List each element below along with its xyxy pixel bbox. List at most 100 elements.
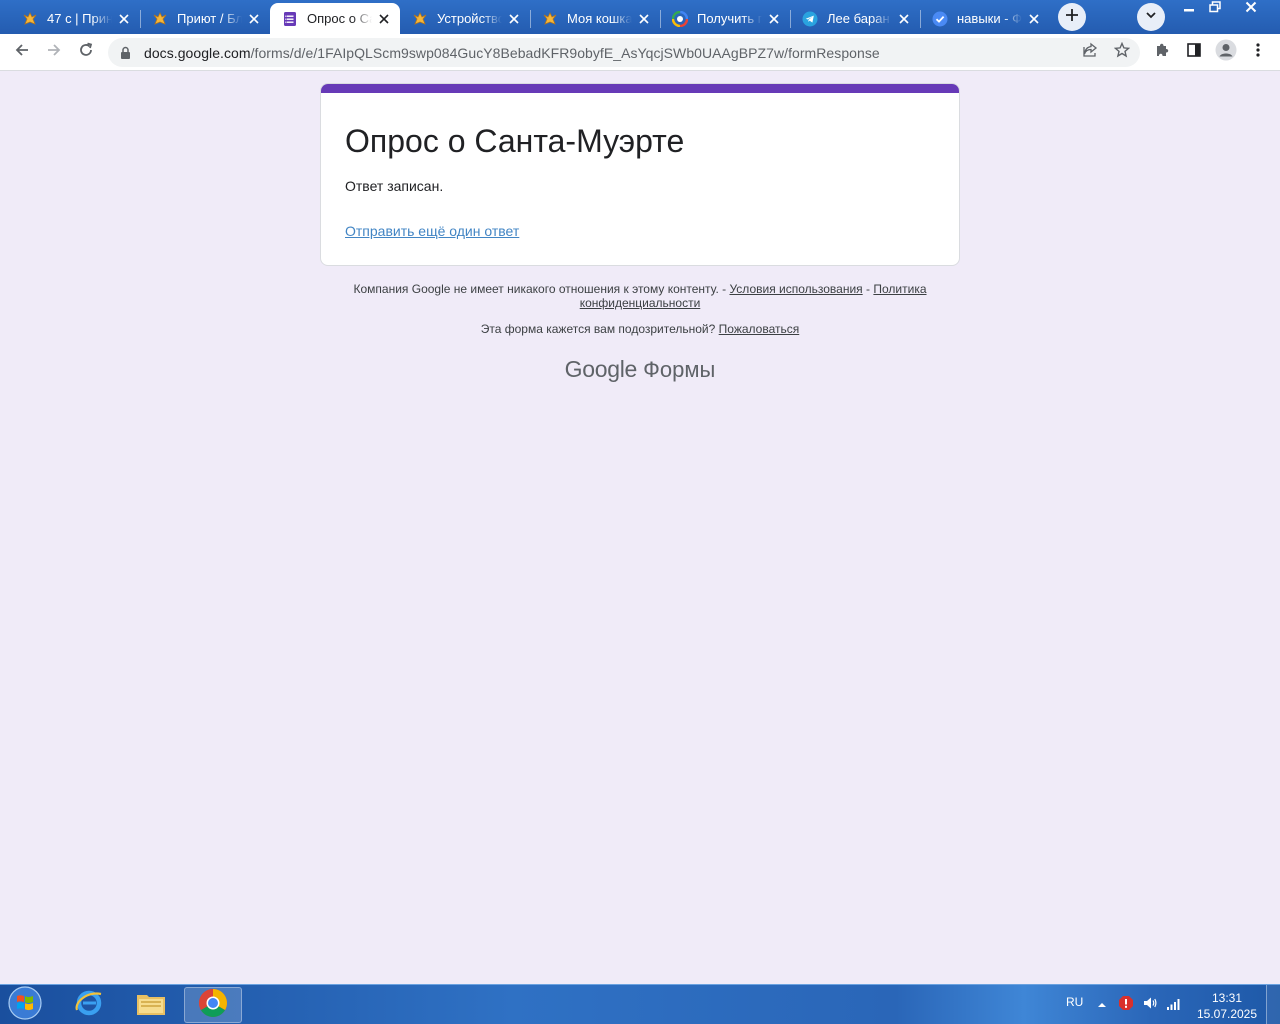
puzzle-icon — [1154, 42, 1170, 63]
minimize-button[interactable] — [1176, 0, 1202, 18]
tab-title: Моя кошка — [567, 11, 632, 26]
tab-5[interactable]: Моя кошка — [530, 3, 660, 34]
url-host: docs.google.com — [144, 44, 251, 61]
cat-icon — [542, 11, 558, 27]
security-alert-tray[interactable] — [1118, 995, 1134, 1016]
close-icon[interactable] — [506, 11, 522, 27]
reload-icon — [78, 42, 94, 63]
close-icon[interactable] — [636, 11, 652, 27]
submit-another-response-link[interactable]: Отправить ещё один ответ — [345, 223, 519, 239]
address-bar[interactable]: docs.google.com/forms/d/e/1FAIpQLScm9swp… — [108, 38, 1140, 67]
check-badge-icon — [932, 11, 948, 27]
system-clock[interactable]: 13:31 15.07.2025 — [1194, 990, 1260, 1022]
terms-link[interactable]: Условия использования — [729, 282, 862, 296]
tab-strip: 47 с | Принимайте кошек Приют / Блог Опр… — [0, 0, 1280, 34]
avatar-icon — [1215, 39, 1237, 66]
language-indicator[interactable]: RU — [1066, 995, 1083, 1009]
forward-button[interactable] — [40, 38, 68, 66]
tab-1[interactable]: 47 с | Принимайте кошек — [10, 3, 140, 34]
tab-4[interactable]: Устройство — [400, 3, 530, 34]
reload-button[interactable] — [72, 38, 100, 66]
form-title: Опрос о Санта-Муэрте — [345, 123, 685, 159]
tab-7[interactable]: Лее баран — [790, 3, 920, 34]
show-hidden-icons-button[interactable] — [1094, 997, 1110, 1013]
taskbar-chrome[interactable] — [184, 987, 242, 1023]
tab-6[interactable]: Получить п — [660, 3, 790, 34]
cat-icon — [412, 11, 428, 27]
tab-search-button[interactable] — [1137, 3, 1165, 31]
disclaimer: Компания Google не имеет никакого отноше… — [330, 282, 950, 310]
lock-icon[interactable] — [120, 46, 134, 60]
google-forms-logo[interactable]: Google Формы — [540, 356, 740, 383]
new-tab-button[interactable] — [1058, 3, 1086, 31]
show-desktop-button[interactable] — [1266, 985, 1280, 1024]
taskbar-file-explorer[interactable] — [122, 987, 180, 1023]
network-tray[interactable] — [1166, 997, 1182, 1013]
shield-alert-icon — [1118, 995, 1134, 1016]
forward-arrow-icon — [46, 42, 62, 63]
tab-title: Лее баран — [827, 11, 890, 26]
close-icon[interactable] — [376, 11, 392, 27]
response-card: Опрос о Санта-Муэрте Ответ записан. Отпр… — [320, 83, 960, 266]
kebab-menu-icon — [1256, 42, 1260, 63]
share-button[interactable] — [1076, 38, 1104, 66]
disclaimer-text: Компания Google не имеет никакого отноше… — [353, 282, 727, 296]
brand-google: Google — [564, 356, 638, 382]
clock-date: 15.07.2025 — [1196, 1007, 1258, 1021]
speaker-icon — [1142, 995, 1158, 1016]
tab-2[interactable]: Приют / Блог — [140, 3, 270, 34]
cat-icon — [22, 11, 38, 27]
clock-time: 13:31 — [1211, 991, 1243, 1005]
star-icon — [1113, 41, 1131, 63]
side-panel-icon — [1186, 42, 1202, 63]
close-icon[interactable] — [116, 11, 132, 27]
close-icon[interactable] — [896, 11, 912, 27]
report-abuse-link[interactable]: Пожаловаться — [719, 322, 800, 336]
back-arrow-icon — [14, 42, 30, 63]
close-icon[interactable] — [766, 11, 782, 27]
windows-taskbar: RU 13:31 15.07.2025 — [0, 984, 1280, 1024]
close-icon[interactable] — [246, 11, 262, 27]
close-window-button[interactable] — [1228, 0, 1274, 18]
bookmark-button[interactable] — [1108, 38, 1136, 66]
brand-product: Формы — [643, 357, 716, 382]
colorful-circle-icon — [672, 10, 688, 27]
url-text: docs.google.com/forms/d/e/1FAIpQLScm9swp… — [144, 45, 880, 61]
tab-3-active[interactable]: Опрос о Санта-Муэрте — [270, 3, 400, 34]
tab-title: Получить п — [697, 11, 762, 26]
tab-title: Устройство — [437, 11, 502, 26]
plus-icon — [1065, 8, 1079, 27]
close-icon[interactable] — [1026, 11, 1042, 27]
tab-title: Приют / Блог — [177, 11, 242, 26]
form-accent-bar — [321, 84, 959, 93]
restore-button[interactable] — [1202, 0, 1228, 18]
volume-tray[interactable] — [1142, 997, 1158, 1013]
extensions-button[interactable] — [1148, 38, 1176, 66]
back-button[interactable] — [8, 38, 36, 66]
profile-button[interactable] — [1212, 38, 1240, 66]
chrome-icon — [198, 988, 228, 1023]
taskbar-internet-explorer[interactable] — [60, 987, 118, 1023]
tab-8[interactable]: навыки - Фо — [920, 3, 1050, 34]
telegram-icon — [802, 11, 818, 27]
google-forms-icon — [282, 11, 298, 27]
tab-title: 47 с | Принимайте кошек — [47, 11, 112, 26]
url-path: /forms/d/e/1FAIpQLScm9swp084GucY8BebadKF… — [250, 44, 880, 61]
internet-explorer-icon — [74, 988, 104, 1023]
minimize-icon — [1183, 0, 1195, 18]
share-icon — [1082, 42, 1098, 63]
signal-bars-icon — [1166, 995, 1182, 1016]
restore-icon — [1209, 0, 1221, 18]
tab-title: Опрос о Санта-Муэрте — [307, 11, 372, 26]
menu-button[interactable] — [1244, 38, 1272, 66]
side-panel-button[interactable] — [1180, 38, 1208, 66]
chevron-up-icon — [1097, 996, 1107, 1014]
browser-toolbar: docs.google.com/forms/d/e/1FAIpQLScm9swp… — [0, 34, 1280, 71]
start-button[interactable] — [6, 985, 44, 1023]
folder-icon — [135, 989, 167, 1022]
separator: - — [866, 282, 871, 296]
close-icon — [1245, 0, 1257, 18]
tab-title: навыки - Фо — [957, 11, 1022, 26]
report-question: Эта форма кажется вам подозрительной? — [480, 322, 716, 336]
chevron-down-icon — [1145, 8, 1157, 26]
